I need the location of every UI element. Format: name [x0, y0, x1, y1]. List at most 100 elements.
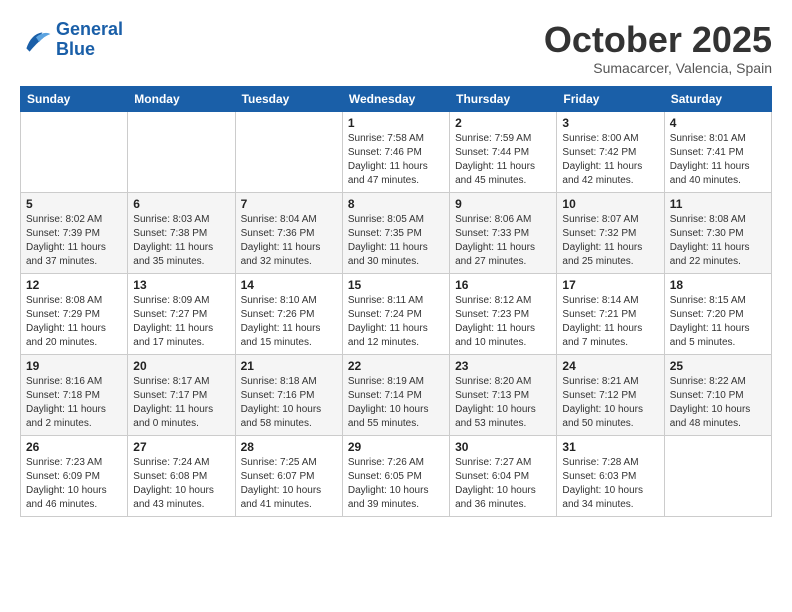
day-info: Sunrise: 8:12 AM Sunset: 7:23 PM Dayligh… — [455, 294, 551, 350]
day-number: 19 — [26, 359, 122, 373]
calendar-cell: 24 Sunrise: 8:21 AM Sunset: 7:12 PM Dayli… — [557, 354, 664, 435]
day-number: 2 — [455, 116, 551, 130]
calendar-cell: 10Sunrise: 8:07 AM Sunset: 7:32 PM Dayli… — [557, 192, 664, 273]
calendar-week-row: 26 Sunrise: 7:23 AM Sunset: 6:09 PM Dayli… — [21, 435, 772, 516]
calendar-cell: 5Sunrise: 8:02 AM Sunset: 7:39 PM Daylig… — [21, 192, 128, 273]
day-info: Sunrise: 7:28 AM Sunset: 6:03 PM Dayligh… — [562, 456, 658, 512]
day-number: 29 — [348, 440, 444, 454]
calendar-cell: 3Sunrise: 8:00 AM Sunset: 7:42 PM Daylig… — [557, 111, 664, 192]
calendar-cell: 30 Sunrise: 7:27 AM Sunset: 6:04 PM Dayli… — [450, 435, 557, 516]
calendar-cell — [21, 111, 128, 192]
day-header-wednesday: Wednesday — [342, 86, 449, 111]
day-info: Sunrise: 8:01 AM Sunset: 7:41 PM Dayligh… — [670, 132, 766, 188]
day-header-tuesday: Tuesday — [235, 86, 342, 111]
calendar-cell: 23Sunrise: 8:20 AM Sunset: 7:13 PM Dayli… — [450, 354, 557, 435]
day-header-friday: Friday — [557, 86, 664, 111]
day-number: 15 — [348, 278, 444, 292]
calendar-cell: 1Sunrise: 7:58 AM Sunset: 7:46 PM Daylig… — [342, 111, 449, 192]
day-info: Sunrise: 7:23 AM Sunset: 6:09 PM Dayligh… — [26, 456, 122, 512]
day-number: 26 — [26, 440, 122, 454]
day-info: Sunrise: 8:08 AM Sunset: 7:30 PM Dayligh… — [670, 213, 766, 269]
calendar-header-row: SundayMondayTuesdayWednesdayThursdayFrid… — [21, 86, 772, 111]
day-info: Sunrise: 8:18 AM Sunset: 7:16 PM Dayligh… — [241, 375, 337, 431]
day-number: 9 — [455, 197, 551, 211]
title-area: October 2025 Sumacarcer, Valencia, Spain — [544, 20, 772, 76]
day-info: Sunrise: 7:58 AM Sunset: 7:46 PM Dayligh… — [348, 132, 444, 188]
logo-icon — [20, 26, 52, 54]
calendar-week-row: 19 Sunrise: 8:16 AM Sunset: 7:18 PM Dayli… — [21, 354, 772, 435]
day-info: Sunrise: 8:19 AM Sunset: 7:14 PM Dayligh… — [348, 375, 444, 431]
day-number: 10 — [562, 197, 658, 211]
calendar-cell: 22 Sunrise: 8:19 AM Sunset: 7:14 PM Dayli… — [342, 354, 449, 435]
calendar-cell: 27 Sunrise: 7:24 AM Sunset: 6:08 PM Dayli… — [128, 435, 235, 516]
day-number: 18 — [670, 278, 766, 292]
day-info: Sunrise: 8:09 AM Sunset: 7:27 PM Dayligh… — [133, 294, 229, 350]
calendar-cell: 28 Sunrise: 7:25 AM Sunset: 6:07 PM Dayli… — [235, 435, 342, 516]
location: Sumacarcer, Valencia, Spain — [544, 60, 772, 76]
day-info: Sunrise: 8:05 AM Sunset: 7:35 PM Dayligh… — [348, 213, 444, 269]
day-number: 12 — [26, 278, 122, 292]
day-info: Sunrise: 8:04 AM Sunset: 7:36 PM Dayligh… — [241, 213, 337, 269]
day-number: 17 — [562, 278, 658, 292]
day-info: Sunrise: 8:06 AM Sunset: 7:33 PM Dayligh… — [455, 213, 551, 269]
day-number: 25 — [670, 359, 766, 373]
calendar-cell: 11 Sunrise: 8:08 AM Sunset: 7:30 PM Dayli… — [664, 192, 771, 273]
day-number: 20 — [133, 359, 229, 373]
calendar-cell: 14 Sunrise: 8:10 AM Sunset: 7:26 PM Dayli… — [235, 273, 342, 354]
calendar-cell: 8 Sunrise: 8:05 AM Sunset: 7:35 PM Daylig… — [342, 192, 449, 273]
calendar-cell: 9 Sunrise: 8:06 AM Sunset: 7:33 PM Daylig… — [450, 192, 557, 273]
day-number: 8 — [348, 197, 444, 211]
day-info: Sunrise: 8:02 AM Sunset: 7:39 PM Dayligh… — [26, 213, 122, 269]
day-number: 11 — [670, 197, 766, 211]
day-info: Sunrise: 8:20 AM Sunset: 7:13 PM Dayligh… — [455, 375, 551, 431]
day-header-sunday: Sunday — [21, 86, 128, 111]
day-info: Sunrise: 8:21 AM Sunset: 7:12 PM Dayligh… — [562, 375, 658, 431]
day-number: 30 — [455, 440, 551, 454]
day-number: 6 — [133, 197, 229, 211]
day-info: Sunrise: 8:10 AM Sunset: 7:26 PM Dayligh… — [241, 294, 337, 350]
day-info: Sunrise: 8:08 AM Sunset: 7:29 PM Dayligh… — [26, 294, 122, 350]
calendar-cell: 29 Sunrise: 7:26 AM Sunset: 6:05 PM Dayli… — [342, 435, 449, 516]
calendar-cell: 17 Sunrise: 8:14 AM Sunset: 7:21 PM Dayli… — [557, 273, 664, 354]
logo-text: General Blue — [56, 20, 123, 60]
day-number: 27 — [133, 440, 229, 454]
day-info: Sunrise: 8:11 AM Sunset: 7:24 PM Dayligh… — [348, 294, 444, 350]
calendar-table: SundayMondayTuesdayWednesdayThursdayFrid… — [20, 86, 772, 517]
calendar-cell — [128, 111, 235, 192]
day-header-thursday: Thursday — [450, 86, 557, 111]
calendar-cell: 4 Sunrise: 8:01 AM Sunset: 7:41 PM Daylig… — [664, 111, 771, 192]
day-info: Sunrise: 7:25 AM Sunset: 6:07 PM Dayligh… — [241, 456, 337, 512]
page-header: General Blue October 2025 Sumacarcer, Va… — [20, 20, 772, 76]
day-info: Sunrise: 7:26 AM Sunset: 6:05 PM Dayligh… — [348, 456, 444, 512]
day-info: Sunrise: 8:16 AM Sunset: 7:18 PM Dayligh… — [26, 375, 122, 431]
calendar-cell: 25Sunrise: 8:22 AM Sunset: 7:10 PM Dayli… — [664, 354, 771, 435]
day-number: 14 — [241, 278, 337, 292]
calendar-cell: 31 Sunrise: 7:28 AM Sunset: 6:03 PM Dayli… — [557, 435, 664, 516]
month-title: October 2025 — [544, 20, 772, 60]
day-number: 13 — [133, 278, 229, 292]
day-number: 22 — [348, 359, 444, 373]
calendar-cell: 18 Sunrise: 8:15 AM Sunset: 7:20 PM Dayli… — [664, 273, 771, 354]
day-number: 31 — [562, 440, 658, 454]
day-info: Sunrise: 7:24 AM Sunset: 6:08 PM Dayligh… — [133, 456, 229, 512]
calendar-cell: 21 Sunrise: 8:18 AM Sunset: 7:16 PM Dayli… — [235, 354, 342, 435]
day-info: Sunrise: 8:15 AM Sunset: 7:20 PM Dayligh… — [670, 294, 766, 350]
day-number: 24 — [562, 359, 658, 373]
day-info: Sunrise: 8:14 AM Sunset: 7:21 PM Dayligh… — [562, 294, 658, 350]
day-number: 4 — [670, 116, 766, 130]
calendar-cell: 26 Sunrise: 7:23 AM Sunset: 6:09 PM Dayli… — [21, 435, 128, 516]
calendar-cell — [235, 111, 342, 192]
calendar-cell: 12 Sunrise: 8:08 AM Sunset: 7:29 PM Dayli… — [21, 273, 128, 354]
calendar-week-row: 5Sunrise: 8:02 AM Sunset: 7:39 PM Daylig… — [21, 192, 772, 273]
calendar-week-row: 1Sunrise: 7:58 AM Sunset: 7:46 PM Daylig… — [21, 111, 772, 192]
day-info: Sunrise: 7:27 AM Sunset: 6:04 PM Dayligh… — [455, 456, 551, 512]
day-number: 21 — [241, 359, 337, 373]
day-number: 3 — [562, 116, 658, 130]
day-header-saturday: Saturday — [664, 86, 771, 111]
day-number: 7 — [241, 197, 337, 211]
calendar-cell: 20 Sunrise: 8:17 AM Sunset: 7:17 PM Dayli… — [128, 354, 235, 435]
day-info: Sunrise: 8:17 AM Sunset: 7:17 PM Dayligh… — [133, 375, 229, 431]
calendar-cell — [664, 435, 771, 516]
calendar-cell: 19 Sunrise: 8:16 AM Sunset: 7:18 PM Dayli… — [21, 354, 128, 435]
day-number: 28 — [241, 440, 337, 454]
